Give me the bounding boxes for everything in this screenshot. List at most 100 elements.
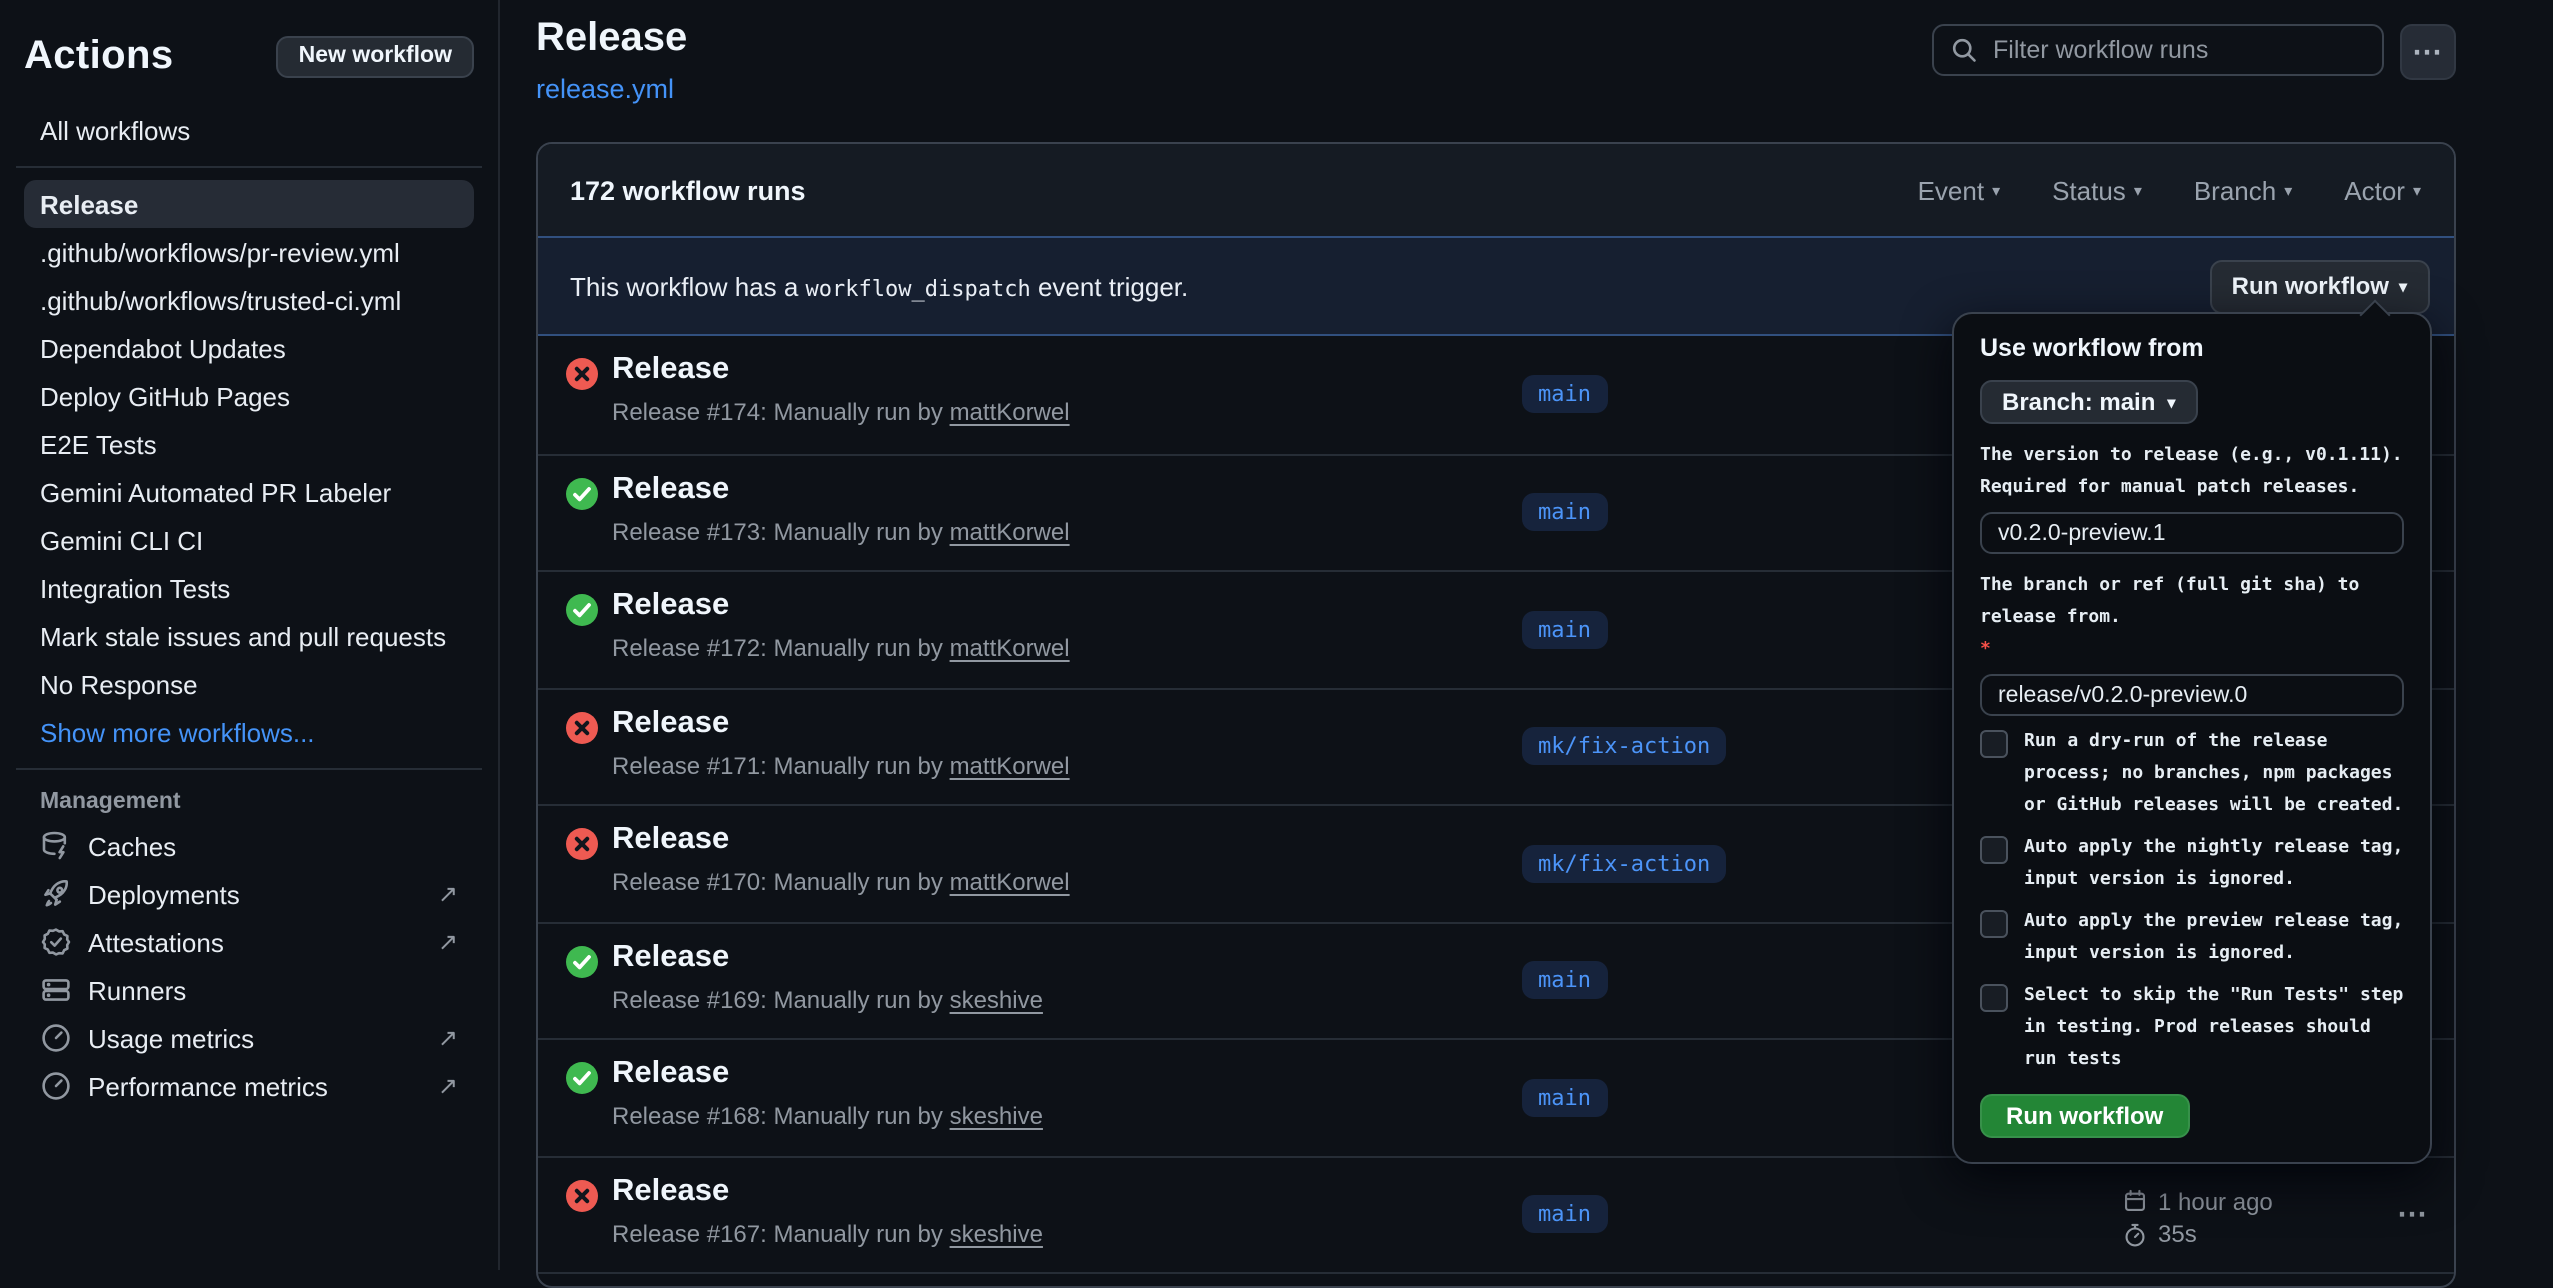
show-more-workflows-link[interactable]: Show more workflows... [24, 708, 474, 756]
version-field-description: The version to release (e.g., v0.1.11). … [1980, 440, 2404, 504]
run-workflow-dropdown-button[interactable]: Run workflow▾ [2210, 259, 2429, 313]
banner-text: This workflow has a workflow_dispatch ev… [570, 271, 1188, 301]
actor-link[interactable]: mattKorwel [950, 751, 1070, 779]
sidebar-item-all-workflows[interactable]: All workflows [24, 106, 474, 154]
workflow-file-link[interactable]: release.yml [536, 74, 674, 104]
preview-tag-checkbox[interactable] [1980, 910, 2008, 938]
run-title[interactable]: Release [612, 588, 729, 624]
version-input[interactable] [1980, 512, 2404, 554]
chevron-down-icon: ▾ [1992, 181, 2000, 199]
verified-icon [40, 926, 72, 958]
run-status-icon [566, 594, 598, 626]
branch-badge[interactable]: main [1522, 494, 1607, 532]
sidebar-item-mark-stale[interactable]: Mark stale issues and pull requests [24, 612, 474, 660]
run-duration: 35s [2158, 1218, 2197, 1251]
calendar-icon [2122, 1189, 2148, 1215]
next-row-edge [538, 1272, 2453, 1286]
dry-run-checkbox[interactable] [1980, 730, 2008, 758]
checkbox-label: Auto apply the preview release tag, inpu… [2024, 906, 2404, 970]
actor-link[interactable]: skeshive [950, 985, 1043, 1013]
filter-event[interactable]: Event▾ [1918, 175, 2001, 205]
actions-sidebar: Actions New workflow All workflows Relea… [0, 0, 500, 1270]
run-title[interactable]: Release [612, 471, 729, 507]
run-title[interactable]: Release [612, 1056, 729, 1092]
run-title[interactable]: Release [612, 939, 729, 975]
sidebar-item-dependabot-updates[interactable]: Dependabot Updates [24, 324, 474, 372]
actor-link[interactable]: mattKorwel [950, 634, 1070, 662]
new-workflow-button[interactable]: New workflow [277, 35, 474, 77]
filter-actor[interactable]: Actor▾ [2344, 175, 2421, 205]
run-status-icon [566, 1062, 598, 1094]
search-input[interactable] [1989, 34, 2365, 66]
sidebar-item-integration-tests[interactable]: Integration Tests [24, 564, 474, 612]
branch-selector-button[interactable]: Branch: main▾ [1980, 380, 2197, 424]
workflow-options-button[interactable]: ⋯ [2399, 24, 2455, 80]
sidebar-item-usage-metrics[interactable]: Usage metrics ↗ [24, 1014, 474, 1062]
run-title[interactable]: Release [612, 705, 729, 741]
run-description: Release #173: Manually run by mattKorwel [612, 517, 1070, 545]
branch-badge[interactable]: main [1522, 1079, 1607, 1117]
chevron-down-icon: ▾ [2134, 181, 2142, 199]
sidebar-item-label: Performance metrics [88, 1071, 328, 1101]
required-asterisk: * [1980, 640, 1991, 660]
branch-badge[interactable]: main [1522, 1196, 1607, 1234]
sidebar-item-runners[interactable]: Runners [24, 966, 474, 1014]
run-title[interactable]: Release [612, 1173, 729, 1209]
run-status-icon [566, 477, 598, 509]
filter-runs-search[interactable] [1931, 24, 2383, 76]
ref-input[interactable] [1980, 674, 2404, 716]
filter-branch[interactable]: Branch▾ [2194, 175, 2292, 205]
run-title[interactable]: Release [612, 352, 729, 388]
sidebar-item-deploy-github-pages[interactable]: Deploy GitHub Pages [24, 372, 474, 420]
sidebar-item-release[interactable]: Release [24, 180, 474, 228]
branch-badge[interactable]: main [1522, 376, 1607, 414]
sidebar-item-label: Runners [88, 975, 186, 1005]
sidebar-item-no-response[interactable]: No Response [24, 660, 474, 708]
sidebar-item-caches[interactable]: Caches [24, 822, 474, 870]
skip-tests-checkbox[interactable] [1980, 984, 2008, 1012]
sidebar-item-e2e-tests[interactable]: E2E Tests [24, 420, 474, 468]
sidebar-item-attestations[interactable]: Attestations ↗ [24, 918, 474, 966]
run-status-icon [566, 358, 598, 390]
branch-badge[interactable]: mk/fix-action [1522, 728, 1726, 766]
run-description: Release #171: Manually run by mattKorwel [612, 751, 1070, 779]
branch-badge[interactable]: mk/fix-action [1522, 845, 1726, 883]
sidebar-title: Actions [24, 33, 174, 79]
meter-icon [40, 1070, 72, 1102]
sidebar-item-label: Usage metrics [88, 1023, 254, 1053]
sidebar-item-gemini-cli-ci[interactable]: Gemini CLI CI [24, 516, 474, 564]
run-status-icon [566, 711, 598, 743]
branch-badge[interactable]: main [1522, 611, 1607, 649]
kebab-icon: ⋯ [2412, 37, 2442, 67]
run-time: 1 hour ago [2158, 1185, 2273, 1218]
sidebar-item-label: Deployments [88, 879, 240, 909]
filter-status[interactable]: Status▾ [2052, 175, 2142, 205]
workflow-dispatch-code: workflow_dispatch [806, 275, 1031, 301]
external-link-icon: ↗ [438, 880, 458, 908]
nightly-tag-checkbox-row: Auto apply the nightly release tag, inpu… [1980, 832, 2404, 896]
sidebar-item-trusted-ci[interactable]: .github/workflows/trusted-ci.yml [24, 276, 474, 324]
actor-link[interactable]: skeshive [950, 1102, 1043, 1130]
actor-link[interactable]: mattKorwel [950, 868, 1070, 896]
sidebar-divider [16, 166, 482, 168]
sidebar-item-performance-metrics[interactable]: Performance metrics ↗ [24, 1062, 474, 1110]
run-title[interactable]: Release [612, 822, 729, 858]
run-description: Release #174: Manually run by mattKorwel [612, 398, 1070, 426]
run-workflow-submit-button[interactable]: Run workflow [1980, 1094, 2189, 1138]
chevron-down-icon: ▾ [2284, 181, 2292, 199]
external-link-icon: ↗ [438, 1072, 458, 1100]
sidebar-item-deployments[interactable]: Deployments ↗ [24, 870, 474, 918]
stopwatch-icon [2122, 1222, 2148, 1248]
management-section-title: Management [24, 790, 474, 814]
actor-link[interactable]: skeshive [950, 1219, 1043, 1247]
ref-field-description: The branch or ref (full git sha) to rele… [1980, 570, 2404, 666]
nightly-tag-checkbox[interactable] [1980, 836, 2008, 864]
run-meta: 1 hour ago 35s [2122, 1185, 2273, 1251]
branch-badge[interactable]: main [1522, 962, 1607, 1000]
run-row-167[interactable]: Release Release #167: Manually run by sk… [538, 1155, 2453, 1272]
sidebar-item-pr-review[interactable]: .github/workflows/pr-review.yml [24, 228, 474, 276]
run-kebab-menu[interactable]: ⋯ [2397, 1197, 2429, 1233]
sidebar-item-gemini-pr-labeler[interactable]: Gemini Automated PR Labeler [24, 468, 474, 516]
actor-link[interactable]: mattKorwel [950, 517, 1070, 545]
actor-link[interactable]: mattKorwel [950, 398, 1070, 426]
